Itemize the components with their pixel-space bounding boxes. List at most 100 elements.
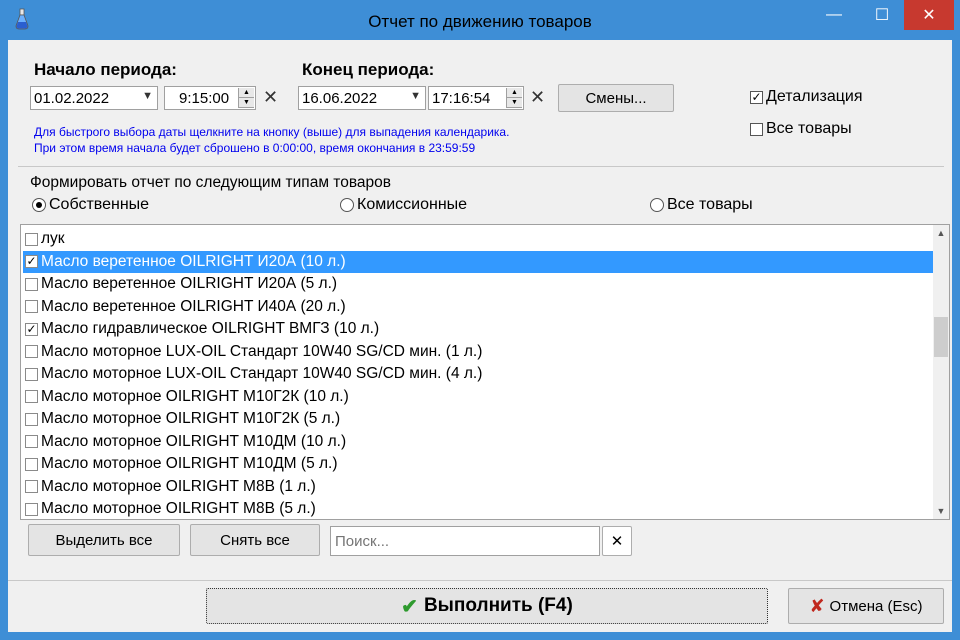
list-scrollbar[interactable]: ▲ ▼ <box>933 225 949 519</box>
scroll-up-icon[interactable]: ▲ <box>933 225 949 241</box>
select-all-button[interactable]: Выделить все <box>28 524 180 556</box>
list-item[interactable]: ✓ Масло гидравлическое OILRIGHT ВМГЗ (10 … <box>23 318 935 340</box>
list-item-label: Масло веретенное OILRIGHT И40А (20 л.) <box>41 297 346 315</box>
end-date-picker[interactable]: 16.06.2022 ▼ <box>298 86 426 110</box>
spin-up-icon[interactable]: ▲ <box>239 88 254 98</box>
detail-checkbox[interactable]: ✓ Детализация <box>750 88 863 106</box>
list-item-label: Масло гидравлическое OILRIGHT ВМГЗ (10 л… <box>41 320 380 337</box>
checkbox-checked-icon[interactable]: ✓ <box>25 255 38 268</box>
list-item-label: Масло моторное LUX-OIL Стандарт 10W40 SG… <box>41 342 483 360</box>
run-button[interactable]: ✔ Выполнить (F4) <box>206 588 768 624</box>
radio-commission[interactable]: Комиссионные <box>340 196 467 214</box>
checkbox-checked-icon[interactable]: ✓ <box>25 322 38 336</box>
radio-own[interactable]: Собственные <box>32 196 149 214</box>
scroll-thumb[interactable] <box>934 317 948 357</box>
checkbox-unchecked-icon[interactable] <box>25 300 38 313</box>
list-item-label: Масло моторное OILRIGHT М10ДМ (10 л.) <box>41 432 347 450</box>
spin-up-icon[interactable]: ▲ <box>507 88 522 98</box>
list-item-label: Масло веретенное OILRIGHT И20А (5 л.) <box>41 275 338 292</box>
checkbox-unchecked-icon[interactable] <box>25 502 38 516</box>
end-date-value: 16.06.2022 <box>302 89 378 107</box>
shifts-button[interactable]: Смены... <box>558 84 674 112</box>
clear-end-icon[interactable]: ✕ <box>530 87 545 108</box>
start-time-field[interactable]: 9:15:00 ▲ ▼ <box>164 86 256 110</box>
close-icon: ✕ <box>922 7 936 24</box>
deselect-all-button[interactable]: Снять все <box>190 524 320 556</box>
radio-commission-label: Комиссионные <box>357 196 468 213</box>
hint-line-2: При этом время начала будет сброшено в 0… <box>34 141 476 155</box>
run-label: Выполнить (F4) <box>423 595 573 616</box>
list-item[interactable]: лук <box>23 228 935 250</box>
list-item[interactable]: Масло моторное OILRIGHT М10ДМ (5 л.) <box>23 453 935 475</box>
list-item[interactable]: Масло моторное OILRIGHT М10ДМ (10 л.) <box>23 431 935 453</box>
checkmark-icon: ✔ <box>401 595 418 618</box>
start-period-label: Начало периода: <box>34 60 177 79</box>
start-date-picker[interactable]: 01.02.2022 ▼ <box>30 86 158 110</box>
chevron-down-icon[interactable]: ▼ <box>142 90 153 102</box>
list-item[interactable]: Масло веретенное OILRIGHT И20А (5 л.) <box>23 273 935 295</box>
list-item-label: Масло моторное OILRIGHT М10ДМ (5 л.) <box>41 455 338 472</box>
goods-listbox[interactable]: лук ✓ Масло веретенное OILRIGHT И20А (10 л… <box>20 224 950 520</box>
list-item-label: Масло моторное OILRIGHT М10Г2К (10 л.) <box>41 387 349 405</box>
clear-search-button[interactable]: ✕ <box>602 526 632 556</box>
list-item-label: Масло веретенное OILRIGHT И20А (10 л.) <box>41 252 346 270</box>
checkbox-unchecked-icon[interactable] <box>25 457 38 471</box>
checkbox-unchecked-icon[interactable] <box>25 390 38 403</box>
list-item[interactable]: Масло моторное OILRIGHT М8В (1 л.) <box>23 476 935 498</box>
minimize-button[interactable]: — <box>814 0 854 30</box>
all-goods-checkbox[interactable]: Все товары <box>750 120 852 138</box>
list-item[interactable]: Масло моторное LUX-OIL Стандарт 10W40 SG… <box>23 363 935 385</box>
radio-own-label: Собственные <box>49 196 150 213</box>
list-item[interactable]: Масло моторное OILRIGHT М8В (5 л.) <box>23 498 935 519</box>
checkbox-unchecked-icon[interactable] <box>25 232 38 246</box>
minimize-icon: — <box>826 6 842 23</box>
list-item[interactable]: ✓ Масло веретенное OILRIGHT И20А (10 л.) <box>23 250 935 273</box>
end-period-label: Конец периода: <box>302 60 435 79</box>
radio-all[interactable]: Все товары <box>650 196 753 214</box>
list-item-label: Масло моторное OILRIGHT М8В (1 л.) <box>41 477 316 495</box>
radio-all-label: Все товары <box>667 196 753 213</box>
clear-start-icon[interactable]: ✕ <box>263 87 278 108</box>
start-time-spinner[interactable]: ▲ ▼ <box>238 88 254 108</box>
report-window: Отчет по движению товаров — ☐ ✕ Начало п… <box>0 0 960 640</box>
list-item[interactable]: Масло веретенное OILRIGHT И40А (20 л.) <box>23 296 935 318</box>
list-item[interactable]: Масло моторное LUX-OIL Стандарт 10W40 SG… <box>23 341 935 363</box>
maximize-icon: ☐ <box>874 7 890 24</box>
checkbox-checked-icon: ✓ <box>750 89 763 104</box>
start-time-value: 9:15:00 <box>179 89 230 107</box>
scroll-down-icon[interactable]: ▼ <box>933 503 949 519</box>
spin-down-icon[interactable]: ▼ <box>507 98 522 108</box>
list-item-label: Масло моторное OILRIGHT М8В (5 л.) <box>41 500 316 517</box>
radio-unselected-icon <box>340 198 354 212</box>
close-icon: ✕ <box>610 533 624 550</box>
checkbox-unchecked-icon[interactable] <box>25 435 38 448</box>
list-item-label: лук <box>41 230 65 247</box>
checkbox-unchecked-icon[interactable] <box>25 277 38 291</box>
search-input[interactable] <box>330 526 600 556</box>
list-item-label: Масло моторное OILRIGHT М10Г2К (5 л.) <box>41 410 341 427</box>
radio-unselected-icon <box>650 198 664 212</box>
hint-line-1: Для быстрого выбора даты щелкните на кно… <box>34 125 510 139</box>
all-goods-label: Все товары <box>766 120 852 137</box>
chevron-down-icon[interactable]: ▼ <box>410 90 421 102</box>
detail-label: Детализация <box>766 88 863 105</box>
list-item[interactable]: Масло моторное OILRIGHT М10Г2К (10 л.) <box>23 386 935 408</box>
end-time-field[interactable]: 17:16:54 ▲ ▼ <box>428 86 524 110</box>
checkbox-unchecked-icon[interactable] <box>25 345 38 358</box>
spin-down-icon[interactable]: ▼ <box>239 98 254 108</box>
title-bar[interactable]: Отчет по движению товаров — ☐ ✕ <box>0 0 960 40</box>
end-time-value: 17:16:54 <box>432 89 491 107</box>
checkbox-unchecked-icon[interactable] <box>25 480 38 493</box>
close-button[interactable]: ✕ <box>904 0 954 30</box>
radio-selected-icon <box>32 198 46 212</box>
checkbox-unchecked-icon[interactable] <box>25 367 38 381</box>
list-item[interactable]: Масло моторное OILRIGHT М10Г2К (5 л.) <box>23 408 935 430</box>
checkbox-unchecked-icon[interactable] <box>25 412 38 426</box>
cancel-button[interactable]: ✘ Отмена (Esc) <box>788 588 944 624</box>
cancel-label: Отмена (Esc) <box>829 597 923 615</box>
end-time-spinner[interactable]: ▲ ▼ <box>506 88 522 108</box>
dialog-body: Начало периода: 01.02.2022 ▼ 9:15:00 ▲ ▼… <box>8 40 952 632</box>
types-group-label: Формировать отчет по следующим типам тов… <box>30 174 395 192</box>
maximize-button[interactable]: ☐ <box>862 0 902 30</box>
cancel-x-icon: ✘ <box>809 595 825 616</box>
